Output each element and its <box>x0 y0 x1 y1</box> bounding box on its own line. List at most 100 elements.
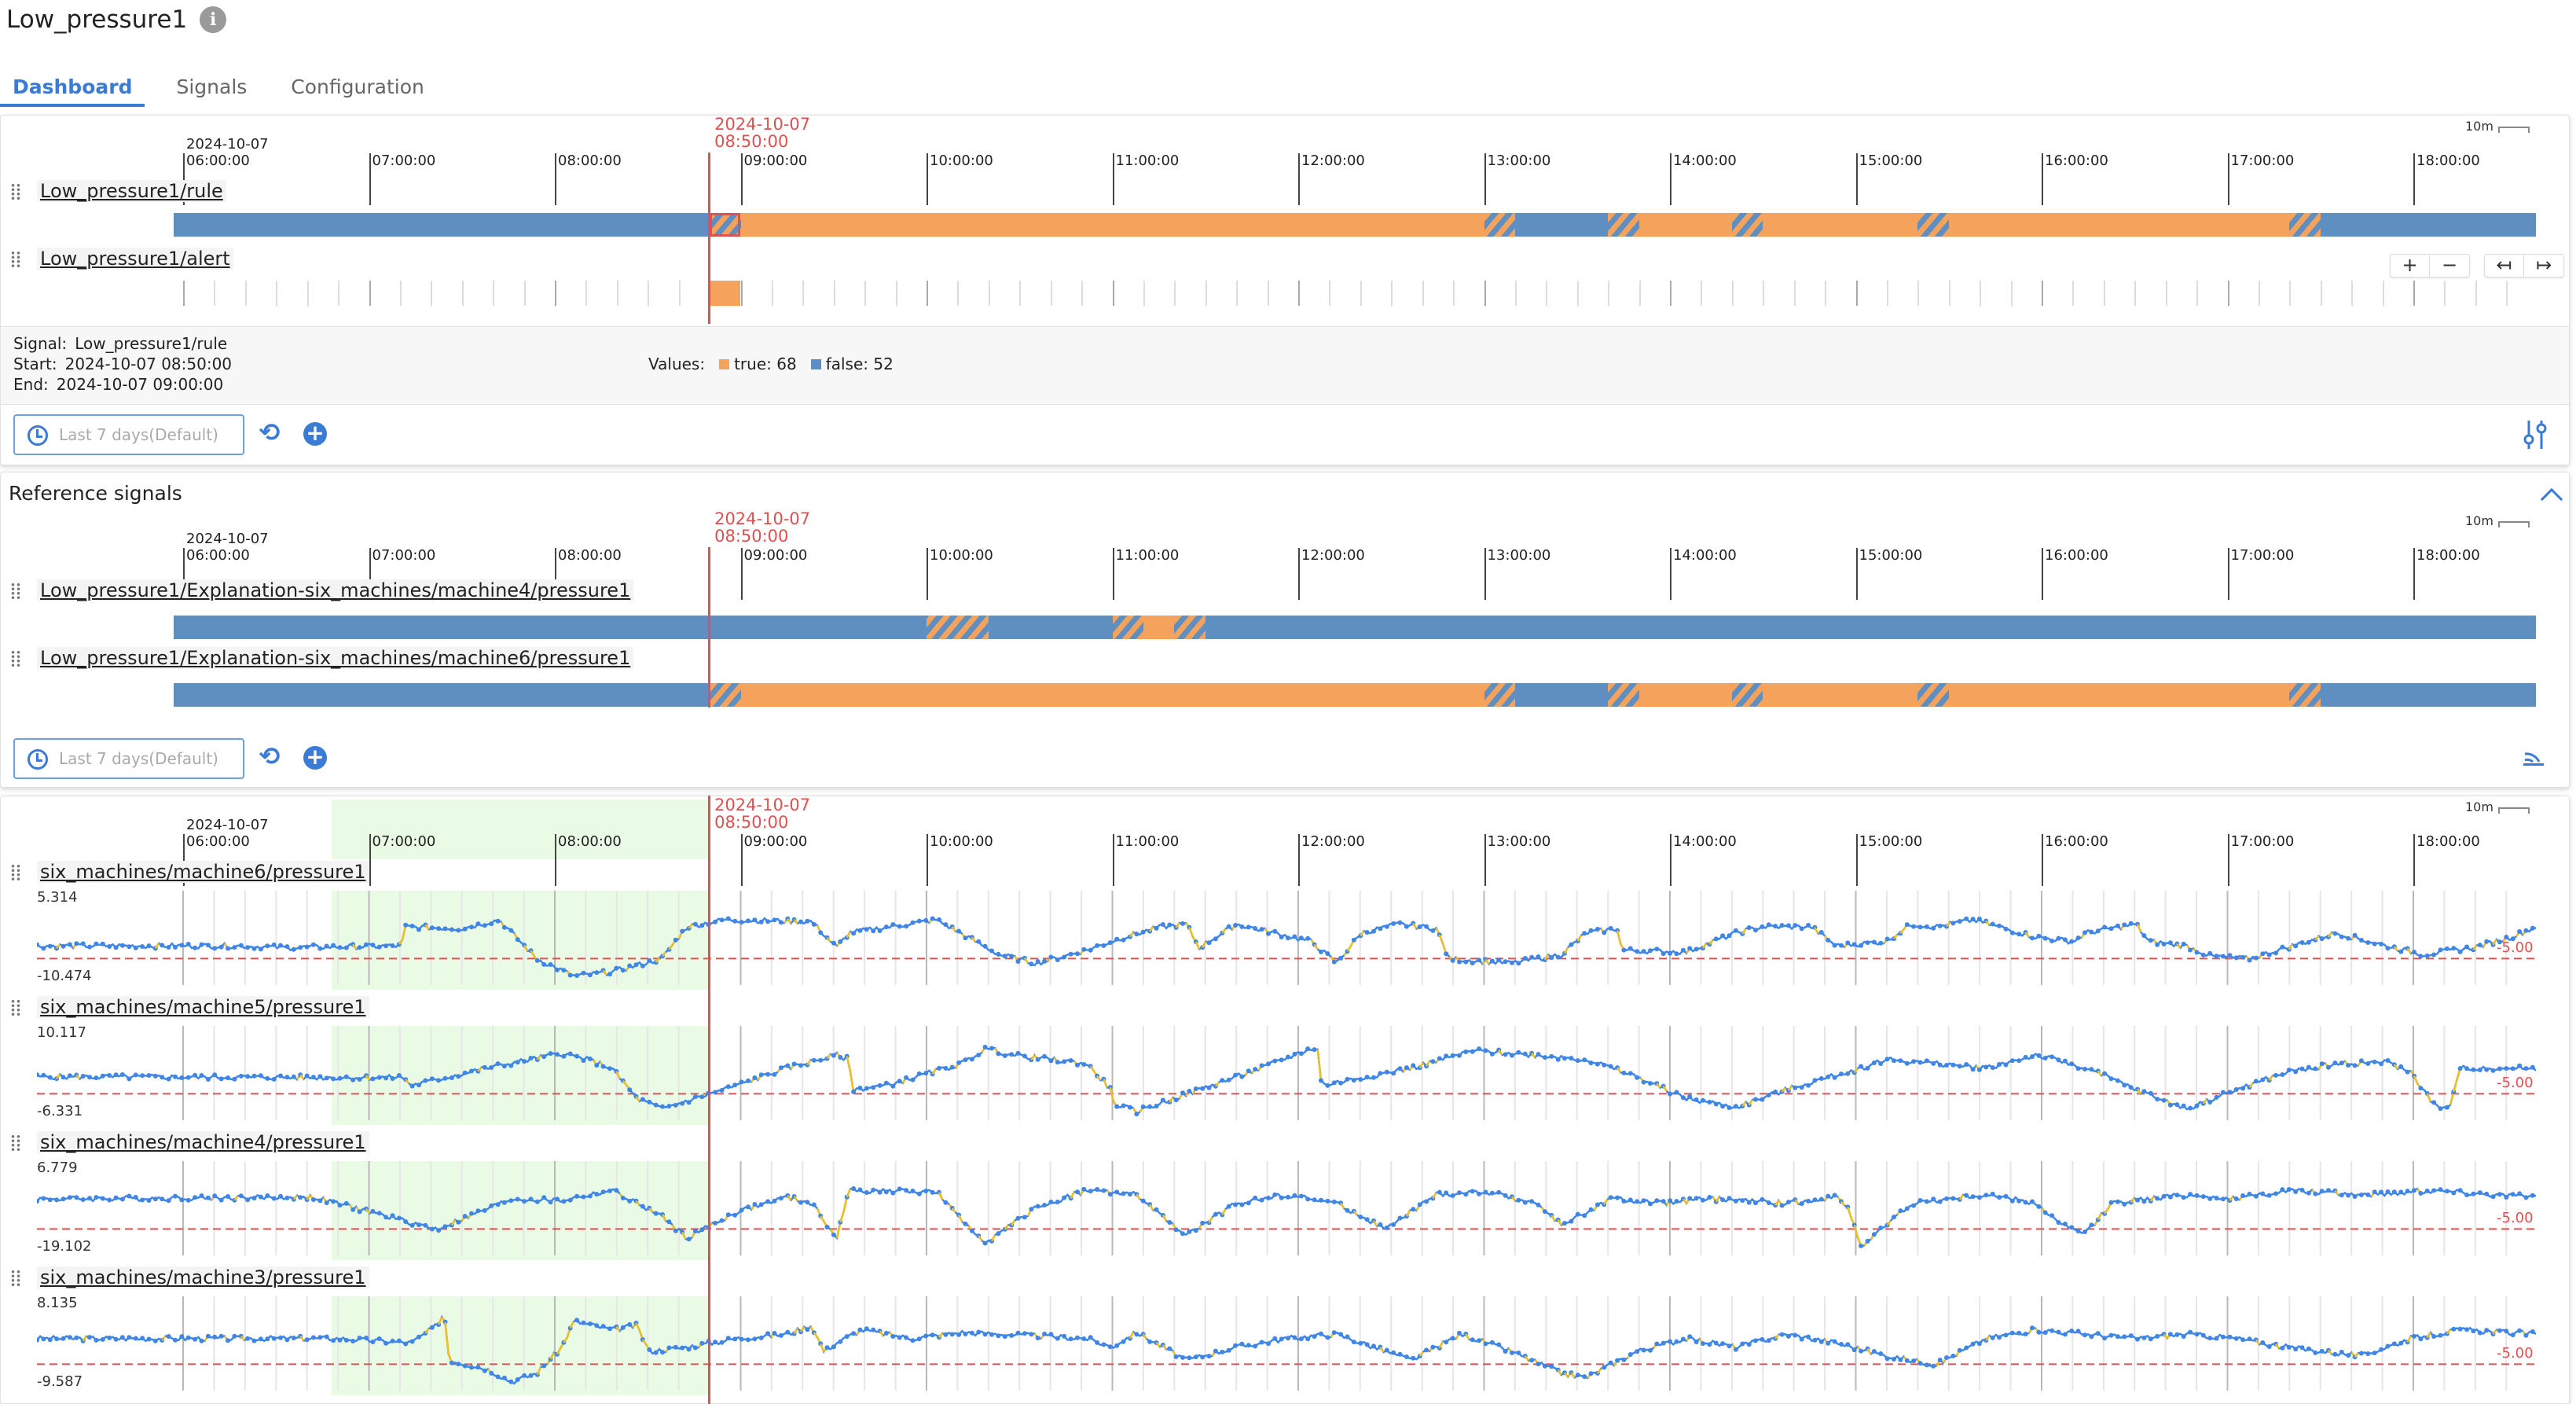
time-cursor-line[interactable] <box>708 153 711 324</box>
data-point <box>2062 1332 2068 1337</box>
state-segment-false[interactable] <box>1514 213 1609 237</box>
state-segment-true[interactable] <box>1638 683 1733 707</box>
state-segment-mixed[interactable] <box>1174 616 1206 639</box>
state-segment-mixed[interactable] <box>1917 683 1950 707</box>
tab-dashboard[interactable]: Dashboard <box>0 68 145 107</box>
rss-icon[interactable] <box>2522 744 2545 768</box>
state-segment-false[interactable] <box>1514 683 1609 707</box>
state-bar-ref-machine6[interactable] <box>37 683 2536 707</box>
drag-handle-icon[interactable] <box>10 1134 21 1152</box>
chevron-up-icon[interactable] <box>2540 487 2563 511</box>
signal-plot[interactable] <box>37 1296 2536 1391</box>
signal-label[interactable]: six_machines/machine5/pressure1 <box>37 996 369 1018</box>
selected-segment[interactable] <box>710 213 741 237</box>
drag-handle-icon[interactable] <box>10 1270 21 1287</box>
state-segment-false[interactable] <box>174 213 710 237</box>
info-icon[interactable]: i <box>200 6 227 33</box>
data-point <box>409 1083 415 1089</box>
data-point <box>390 1338 395 1343</box>
state-segment-false[interactable] <box>988 616 1113 639</box>
data-point <box>1964 1345 1969 1351</box>
data-point <box>317 1198 323 1204</box>
signal-label-ref-machine6[interactable]: Low_pressure1/Explanation-six_machines/m… <box>37 647 634 669</box>
drag-handle-icon[interactable] <box>10 583 21 600</box>
data-point <box>1753 1200 1758 1206</box>
data-point <box>1674 1199 1679 1204</box>
state-bar-rule[interactable] <box>37 213 2536 237</box>
state-segment-false[interactable] <box>2320 213 2536 237</box>
time-cursor-line[interactable] <box>708 547 711 708</box>
data-point <box>271 1076 277 1082</box>
state-segment-true[interactable] <box>1763 213 1918 237</box>
state-segment-false[interactable] <box>174 616 927 639</box>
state-bar-ref-machine4[interactable] <box>37 616 2536 639</box>
drag-handle-icon[interactable] <box>10 999 21 1016</box>
zoom-out-button[interactable]: − <box>2430 255 2469 277</box>
signal-label-rule[interactable]: Low_pressure1/rule <box>37 180 226 202</box>
data-point <box>1397 1351 1403 1357</box>
state-segment-false[interactable] <box>2320 683 2536 707</box>
data-point <box>1417 1202 1422 1207</box>
filter-settings-icon[interactable] <box>2522 419 2548 450</box>
pan-left-button[interactable]: ↤ <box>2485 255 2524 277</box>
signal-label[interactable]: six_machines/machine4/pressure1 <box>37 1131 369 1153</box>
state-segment-mixed[interactable] <box>927 616 989 639</box>
data-point <box>2451 1326 2457 1332</box>
drag-handle-icon[interactable] <box>10 864 21 881</box>
signal-plot[interactable] <box>37 1026 2536 1120</box>
state-segment-mixed[interactable] <box>1112 616 1144 639</box>
state-segment-true[interactable] <box>1948 683 2290 707</box>
zoom-in-button[interactable]: + <box>2391 255 2430 277</box>
tab-signals[interactable]: Signals <box>163 68 259 107</box>
plus-icon[interactable]: + <box>303 422 327 446</box>
data-point <box>1009 954 1015 959</box>
state-segment-mixed[interactable] <box>1608 213 1640 237</box>
signal-plot[interactable] <box>37 891 2536 985</box>
change-segment <box>233 1195 239 1201</box>
plus-icon[interactable]: + <box>303 746 327 770</box>
signal-label-ref-machine4[interactable]: Low_pressure1/Explanation-six_machines/m… <box>37 579 634 601</box>
tab-configuration[interactable]: Configuration <box>278 68 437 107</box>
state-segment-mixed[interactable] <box>1608 683 1640 707</box>
data-point <box>1292 934 1297 939</box>
alert-event[interactable] <box>710 281 741 306</box>
drag-handle-icon[interactable] <box>10 183 21 200</box>
state-segment-true[interactable] <box>740 683 1484 707</box>
change-segment <box>1701 943 1708 949</box>
state-segment-false[interactable] <box>1205 616 2536 639</box>
state-segment-mixed[interactable] <box>710 683 741 707</box>
event-track-alert[interactable] <box>37 281 2536 306</box>
data-point <box>930 1189 935 1195</box>
refresh-icon[interactable]: ⟲ <box>257 744 282 770</box>
state-segment-true[interactable] <box>1948 213 2290 237</box>
data-point <box>258 1073 263 1079</box>
time-range-button[interactable]: Last 7 days(Default) <box>13 414 244 455</box>
signal-label[interactable]: six_machines/machine6/pressure1 <box>37 861 369 883</box>
state-segment-true[interactable] <box>740 213 1484 237</box>
state-segment-false[interactable] <box>174 683 710 707</box>
time-range-button[interactable]: Last 7 days(Default) <box>13 738 244 779</box>
state-segment-mixed[interactable] <box>1917 213 1950 237</box>
data-point <box>883 1330 889 1336</box>
data-point <box>758 1335 764 1340</box>
data-point <box>2141 1335 2147 1340</box>
state-segment-true[interactable] <box>1763 683 1918 707</box>
state-segment-mixed[interactable] <box>1484 213 1516 237</box>
refresh-icon[interactable]: ⟲ <box>257 420 282 446</box>
pan-right-button[interactable]: ↦ <box>2524 255 2563 277</box>
time-cursor-line[interactable] <box>708 796 711 1404</box>
state-segment-mixed[interactable] <box>2289 683 2321 707</box>
signal-plot[interactable] <box>37 1161 2536 1255</box>
state-segment-true[interactable] <box>1638 213 1733 237</box>
data-point <box>949 1332 955 1337</box>
signal-label[interactable]: six_machines/machine3/pressure1 <box>37 1266 369 1288</box>
state-segment-true[interactable] <box>1143 616 1175 639</box>
state-segment-mixed[interactable] <box>2289 213 2321 237</box>
state-segment-mixed[interactable] <box>1731 213 1763 237</box>
drag-handle-icon[interactable] <box>10 251 21 268</box>
state-segment-mixed[interactable] <box>1484 683 1516 707</box>
signal-label-alert[interactable]: Low_pressure1/alert <box>37 248 233 270</box>
state-segment-mixed[interactable] <box>1731 683 1763 707</box>
drag-handle-icon[interactable] <box>10 650 21 667</box>
data-point <box>890 1190 896 1196</box>
